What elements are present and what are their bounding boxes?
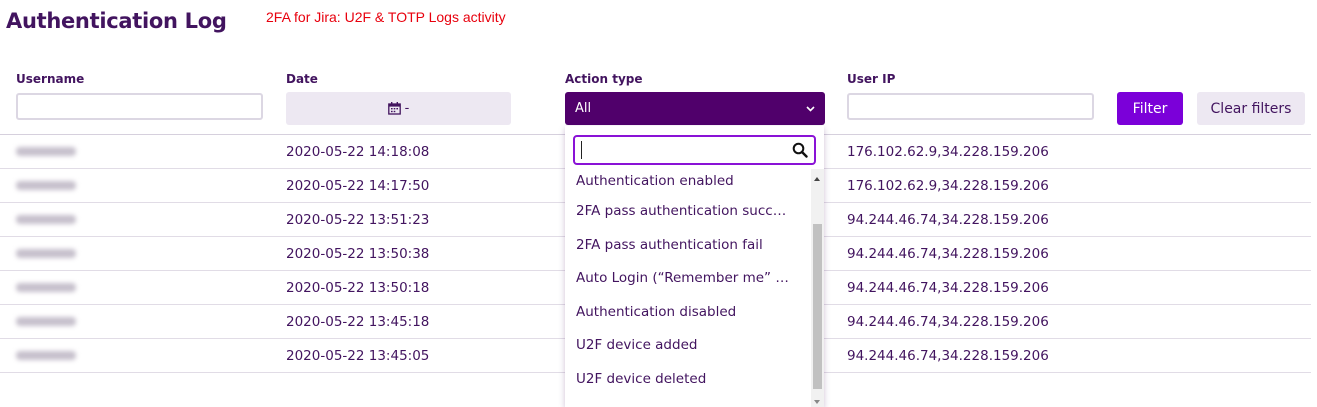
date-cell: 2020-05-22 13:51:23 bbox=[286, 212, 430, 228]
ip-cell: 94.244.46.74,34.228.159.206 bbox=[847, 246, 1049, 262]
dropdown-search-input[interactable] bbox=[581, 141, 792, 159]
chevron-down-icon bbox=[806, 105, 815, 112]
date-cell: 2020-05-22 13:45:18 bbox=[286, 314, 430, 330]
username-cell-redacted bbox=[16, 215, 76, 224]
username-cell-redacted bbox=[16, 317, 76, 326]
ip-cell: 94.244.46.74,34.228.159.206 bbox=[847, 348, 1049, 364]
ip-cell: 94.244.46.74,34.228.159.206 bbox=[847, 280, 1049, 296]
filter-button[interactable]: Filter bbox=[1117, 92, 1183, 125]
username-label: Username bbox=[16, 72, 85, 86]
ip-cell: 176.102.62.9,34.228.159.206 bbox=[847, 144, 1049, 160]
username-cell-redacted bbox=[16, 283, 76, 292]
page-title: Authentication Log bbox=[6, 9, 227, 33]
dropdown-option[interactable]: Authentication enabled bbox=[565, 169, 810, 195]
action-type-label: Action type bbox=[565, 72, 643, 86]
user-ip-input[interactable] bbox=[847, 93, 1094, 120]
dropdown-option[interactable]: U2F device deleted bbox=[565, 363, 810, 397]
search-icon bbox=[792, 142, 808, 158]
action-type-dropdown: Authentication enabled 2FA pass authenti… bbox=[565, 126, 824, 407]
page-caption: 2FA for Jira: U2F & TOTP Logs activity bbox=[266, 9, 506, 25]
dropdown-search-box bbox=[573, 135, 816, 165]
dropdown-option[interactable]: 2FA pass authentication fail bbox=[565, 229, 810, 263]
action-type-select[interactable]: All bbox=[565, 92, 825, 125]
scroll-thumb[interactable] bbox=[813, 224, 822, 389]
ip-cell: 94.244.46.74,34.228.159.206 bbox=[847, 212, 1049, 228]
username-cell-redacted bbox=[16, 181, 76, 190]
clear-filters-button[interactable]: Clear filters bbox=[1197, 92, 1305, 125]
username-cell-redacted bbox=[16, 351, 76, 360]
date-cell: 2020-05-22 13:50:38 bbox=[286, 246, 430, 262]
dropdown-option[interactable]: Auto Login (“Remember me” … bbox=[565, 262, 810, 296]
date-picker[interactable]: - bbox=[286, 92, 511, 125]
date-cell: 2020-05-22 13:45:05 bbox=[286, 348, 430, 364]
date-cell: 2020-05-22 13:50:18 bbox=[286, 280, 430, 296]
ip-cell: 94.244.46.74,34.228.159.206 bbox=[847, 314, 1049, 330]
user-ip-label: User IP bbox=[847, 72, 896, 86]
scroll-down-arrow-icon[interactable] bbox=[814, 400, 820, 404]
action-type-value: All bbox=[575, 101, 592, 116]
dropdown-option[interactable]: Authentication disabled bbox=[565, 296, 810, 330]
date-cell: 2020-05-22 14:18:08 bbox=[286, 144, 430, 160]
dropdown-scrollbar[interactable] bbox=[811, 169, 824, 407]
username-input[interactable] bbox=[16, 93, 263, 120]
username-cell-redacted bbox=[16, 249, 76, 258]
date-label: Date bbox=[286, 72, 318, 86]
dropdown-option-list: Authentication enabled 2FA pass authenti… bbox=[565, 169, 810, 396]
date-cell: 2020-05-22 14:17:50 bbox=[286, 178, 430, 194]
ip-cell: 176.102.62.9,34.228.159.206 bbox=[847, 178, 1049, 194]
dropdown-option[interactable]: U2F device added bbox=[565, 329, 810, 363]
calendar-icon bbox=[387, 102, 401, 115]
scroll-up-arrow-icon[interactable] bbox=[814, 177, 820, 181]
dropdown-option[interactable]: 2FA pass authentication succ… bbox=[565, 195, 810, 229]
username-cell-redacted bbox=[16, 147, 76, 156]
date-value: - bbox=[404, 101, 410, 116]
